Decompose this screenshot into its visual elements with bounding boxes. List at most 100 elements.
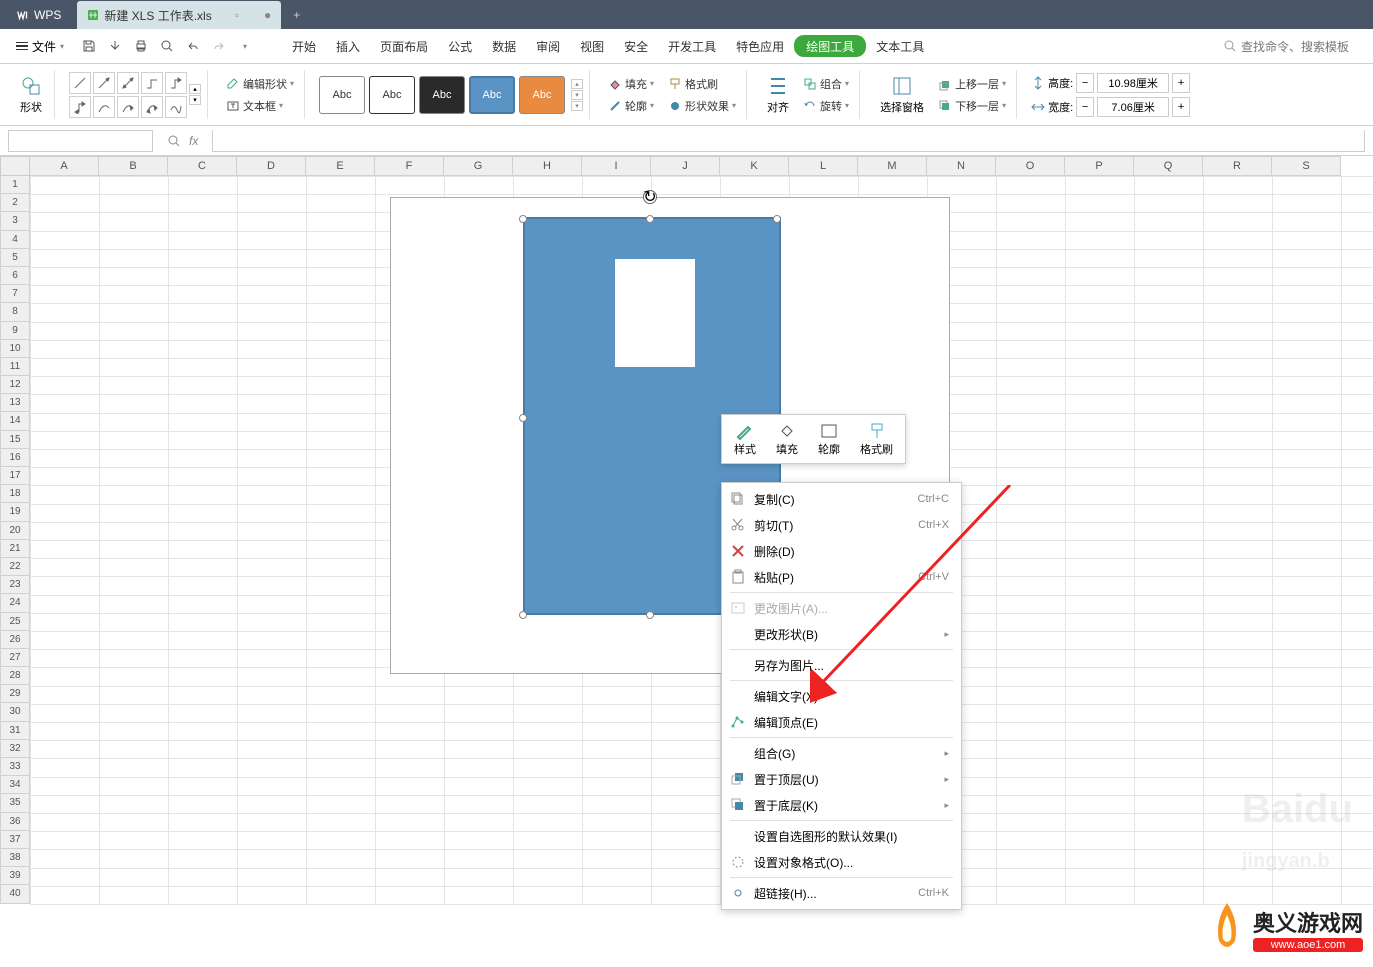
ctx-hyperlink[interactable]: 超链接(H)...Ctrl+K	[722, 880, 961, 906]
col-header-D[interactable]: D	[237, 156, 306, 176]
ctx-format-object[interactable]: 设置对象格式(O)...	[722, 849, 961, 875]
wps-menu-button[interactable]: WPS	[0, 1, 77, 29]
row-header-23[interactable]: 23	[0, 576, 30, 594]
row-header-20[interactable]: 20	[0, 522, 30, 540]
style-2[interactable]: Abc	[369, 76, 415, 114]
tab-view[interactable]: 视图	[570, 29, 614, 64]
tab-data[interactable]: 数据	[482, 29, 526, 64]
ctx-delete[interactable]: 删除(D)	[722, 538, 961, 564]
resize-handle-w[interactable]	[519, 414, 527, 422]
name-box[interactable]	[8, 130, 153, 152]
row-header-38[interactable]: 38	[0, 849, 30, 867]
tab-developer[interactable]: 开发工具	[658, 29, 726, 64]
mini-style-button[interactable]: 样式	[726, 419, 764, 459]
row-header-8[interactable]: 8	[0, 303, 30, 321]
col-header-C[interactable]: C	[168, 156, 237, 176]
row-header-37[interactable]: 37	[0, 831, 30, 849]
ctx-group[interactable]: 组合(G)▸	[722, 740, 961, 766]
row-header-24[interactable]: 24	[0, 594, 30, 612]
ctx-send-back[interactable]: 置于底层(K)▸	[722, 792, 961, 818]
style-3[interactable]: Abc	[419, 76, 465, 114]
height-increase[interactable]: +	[1172, 73, 1190, 93]
ctx-edit-text[interactable]: 编辑文字(X)	[722, 683, 961, 709]
ctx-default-effect[interactable]: 设置自选图形的默认效果(I)	[722, 823, 961, 849]
row-header-31[interactable]: 31	[0, 722, 30, 740]
col-header-R[interactable]: R	[1203, 156, 1272, 176]
col-header-N[interactable]: N	[927, 156, 996, 176]
line-shapes-gallery[interactable]	[69, 72, 187, 118]
row-header-2[interactable]: 2	[0, 194, 30, 212]
row-header-7[interactable]: 7	[0, 285, 30, 303]
ctx-change-shape[interactable]: 更改形状(B)▸	[722, 621, 961, 647]
resize-handle-nw[interactable]	[519, 215, 527, 223]
row-header-28[interactable]: 28	[0, 667, 30, 685]
style-1[interactable]: Abc	[319, 76, 365, 114]
col-header-J[interactable]: J	[651, 156, 720, 176]
resize-handle-s[interactable]	[646, 611, 654, 619]
ctx-save-as-picture[interactable]: 另存为图片...	[722, 652, 961, 678]
ctx-bring-front[interactable]: 置于顶层(U)▸	[722, 766, 961, 792]
tab-page-layout[interactable]: 页面布局	[370, 29, 438, 64]
fx-icon[interactable]: fx	[189, 134, 198, 148]
col-header-P[interactable]: P	[1065, 156, 1134, 176]
style-5[interactable]: Abc	[519, 76, 565, 114]
width-increase[interactable]: +	[1172, 97, 1190, 117]
row-header-27[interactable]: 27	[0, 649, 30, 667]
edit-shape-button[interactable]: 编辑形状▾	[222, 75, 298, 93]
col-header-E[interactable]: E	[306, 156, 375, 176]
row-header-3[interactable]: 3	[0, 212, 30, 230]
resize-handle-n[interactable]	[646, 215, 654, 223]
col-header-M[interactable]: M	[858, 156, 927, 176]
row-header-35[interactable]: 35	[0, 794, 30, 812]
row-header-32[interactable]: 32	[0, 740, 30, 758]
style-4-selected[interactable]: Abc	[469, 76, 515, 114]
row-header-16[interactable]: 16	[0, 449, 30, 467]
col-header-I[interactable]: I	[582, 156, 651, 176]
width-decrease[interactable]: −	[1076, 97, 1094, 117]
tab-drawing-tools[interactable]: 绘图工具	[794, 35, 866, 57]
gallery-more[interactable]: ▴▾▾	[571, 79, 583, 111]
bring-forward-button[interactable]: 上移一层▾	[934, 75, 1010, 93]
print-preview-icon[interactable]	[158, 37, 176, 55]
row-header-14[interactable]: 14	[0, 412, 30, 430]
insert-shape-button[interactable]: 形状	[14, 73, 48, 117]
file-menu[interactable]: 文件 ▾	[8, 38, 72, 55]
row-header-40[interactable]: 40	[0, 885, 30, 903]
ctx-cut[interactable]: 剪切(T)Ctrl+X	[722, 512, 961, 538]
col-header-G[interactable]: G	[444, 156, 513, 176]
col-header-L[interactable]: L	[789, 156, 858, 176]
row-header-9[interactable]: 9	[0, 322, 30, 340]
row-header-36[interactable]: 36	[0, 813, 30, 831]
row-header-19[interactable]: 19	[0, 503, 30, 521]
row-header-1[interactable]: 1	[0, 176, 30, 194]
zoom-icon[interactable]	[167, 134, 181, 148]
shape-effects-button[interactable]: 形状效果▾	[664, 97, 740, 115]
width-input[interactable]	[1097, 97, 1169, 117]
height-decrease[interactable]: −	[1076, 73, 1094, 93]
row-header-34[interactable]: 34	[0, 776, 30, 794]
redo-icon[interactable]	[210, 37, 228, 55]
col-header-H[interactable]: H	[513, 156, 582, 176]
mini-format-painter-button[interactable]: 格式刷	[852, 419, 901, 459]
ctx-paste[interactable]: 粘贴(P)Ctrl+V	[722, 564, 961, 590]
row-header-39[interactable]: 39	[0, 867, 30, 885]
qat-more-icon[interactable]: ▾	[236, 37, 254, 55]
tab-formula[interactable]: 公式	[438, 29, 482, 64]
select-all-corner[interactable]	[0, 156, 30, 176]
textbox-button[interactable]: 文本框▾	[222, 97, 298, 115]
formula-input[interactable]	[212, 130, 1365, 152]
row-header-17[interactable]: 17	[0, 467, 30, 485]
shape-style-gallery[interactable]: Abc Abc Abc Abc Abc ▴▾▾	[319, 76, 583, 114]
save-icon[interactable]	[80, 37, 98, 55]
fill-button[interactable]: 填充▾	[604, 75, 658, 93]
row-header-12[interactable]: 12	[0, 376, 30, 394]
row-header-30[interactable]: 30	[0, 703, 30, 721]
col-header-F[interactable]: F	[375, 156, 444, 176]
resize-handle-sw[interactable]	[519, 611, 527, 619]
outline-button[interactable]: 轮廓▾	[604, 97, 658, 115]
tab-special[interactable]: 特色应用	[726, 29, 794, 64]
new-tab-button[interactable]: +	[281, 8, 312, 22]
col-header-B[interactable]: B	[99, 156, 168, 176]
rotation-handle[interactable]: ↻	[643, 190, 657, 204]
selection-pane-button[interactable]: 选择窗格	[874, 73, 930, 117]
